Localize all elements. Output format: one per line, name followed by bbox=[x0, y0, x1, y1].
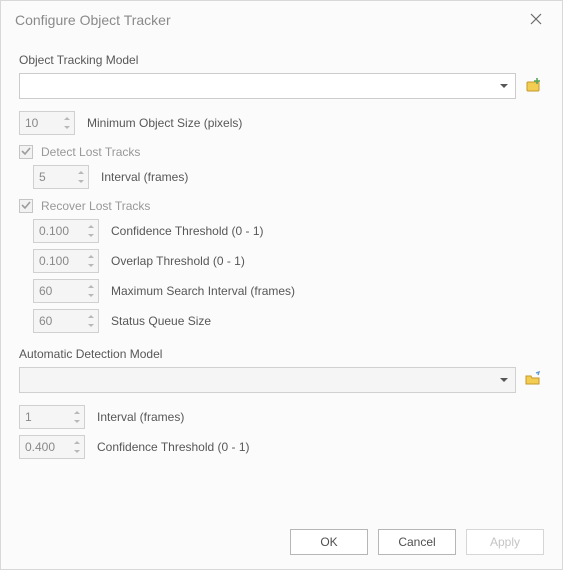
tracking-model-combo[interactable] bbox=[19, 73, 516, 99]
recover-lost-label: Recover Lost Tracks bbox=[41, 199, 150, 213]
detect-interval-spinner[interactable]: 5 bbox=[33, 165, 89, 189]
auto-interval-spinner[interactable]: 1 bbox=[19, 405, 85, 429]
folder-open-icon bbox=[524, 370, 542, 391]
spinner-arrows bbox=[62, 115, 72, 132]
chevron-down-icon[interactable] bbox=[72, 448, 82, 456]
titlebar: Configure Object Tracker bbox=[1, 1, 562, 35]
chevron-down-icon[interactable] bbox=[72, 418, 82, 426]
min-size-row: 10 Minimum Object Size (pixels) bbox=[19, 111, 544, 135]
chevron-down-icon bbox=[497, 371, 511, 389]
chevron-up-icon[interactable] bbox=[62, 115, 72, 123]
chevron-up-icon[interactable] bbox=[86, 283, 96, 291]
spinner-arrows bbox=[86, 253, 96, 270]
detect-interval-row: 5 Interval (frames) bbox=[19, 165, 544, 189]
conf-thresh-row: 0.100 Confidence Threshold (0 - 1) bbox=[19, 219, 544, 243]
spinner-arrows bbox=[86, 223, 96, 240]
configure-object-tracker-dialog: Configure Object Tracker Object Tracking… bbox=[0, 0, 563, 570]
min-size-spinner[interactable]: 10 bbox=[19, 111, 75, 135]
chevron-down-icon[interactable] bbox=[62, 124, 72, 132]
min-size-label: Minimum Object Size (pixels) bbox=[87, 116, 242, 130]
detect-lost-row: Detect Lost Tracks bbox=[19, 145, 544, 159]
ok-button[interactable]: OK bbox=[290, 529, 368, 555]
close-button[interactable] bbox=[518, 7, 554, 33]
add-model-button[interactable] bbox=[522, 75, 544, 97]
overlap-thresh-label: Overlap Threshold (0 - 1) bbox=[111, 254, 245, 268]
add-model-icon bbox=[524, 76, 542, 97]
queue-size-spinner[interactable]: 60 bbox=[33, 309, 99, 333]
chevron-up-icon[interactable] bbox=[86, 253, 96, 261]
chevron-down-icon bbox=[497, 77, 511, 95]
spinner-arrows bbox=[86, 283, 96, 300]
chevron-down-icon[interactable] bbox=[86, 262, 96, 270]
tracking-model-row bbox=[19, 73, 544, 99]
chevron-down-icon[interactable] bbox=[76, 178, 86, 186]
auto-conf-row: 0.400 Confidence Threshold (0 - 1) bbox=[19, 435, 544, 459]
chevron-up-icon[interactable] bbox=[72, 409, 82, 417]
detect-interval-value: 5 bbox=[39, 170, 46, 184]
overlap-thresh-spinner[interactable]: 0.100 bbox=[33, 249, 99, 273]
auto-interval-row: 1 Interval (frames) bbox=[19, 405, 544, 429]
conf-thresh-label: Confidence Threshold (0 - 1) bbox=[111, 224, 264, 238]
min-size-value: 10 bbox=[25, 116, 38, 130]
recover-lost-row: Recover Lost Tracks bbox=[19, 199, 544, 213]
auto-conf-spinner[interactable]: 0.400 bbox=[19, 435, 85, 459]
chevron-up-icon[interactable] bbox=[72, 439, 82, 447]
check-icon bbox=[21, 199, 31, 213]
chevron-up-icon[interactable] bbox=[86, 313, 96, 321]
auto-interval-label: Interval (frames) bbox=[97, 410, 184, 424]
close-icon bbox=[530, 13, 542, 28]
cancel-button[interactable]: Cancel bbox=[378, 529, 456, 555]
detect-lost-checkbox[interactable] bbox=[19, 145, 33, 159]
queue-size-label: Status Queue Size bbox=[111, 314, 211, 328]
chevron-up-icon[interactable] bbox=[76, 169, 86, 177]
chevron-up-icon[interactable] bbox=[86, 223, 96, 231]
recover-lost-checkbox[interactable] bbox=[19, 199, 33, 213]
max-search-label: Maximum Search Interval (frames) bbox=[111, 284, 295, 298]
check-icon bbox=[21, 145, 31, 159]
auto-conf-label: Confidence Threshold (0 - 1) bbox=[97, 440, 250, 454]
auto-model-row bbox=[19, 367, 544, 393]
spinner-arrows bbox=[86, 313, 96, 330]
apply-button: Apply bbox=[466, 529, 544, 555]
detect-interval-label: Interval (frames) bbox=[101, 170, 188, 184]
auto-model-combo[interactable] bbox=[19, 367, 516, 393]
conf-thresh-spinner[interactable]: 0.100 bbox=[33, 219, 99, 243]
auto-interval-value: 1 bbox=[25, 410, 32, 424]
dialog-content: Object Tracking Model 10 bbox=[1, 35, 562, 459]
spinner-arrows bbox=[72, 439, 82, 456]
spinner-arrows bbox=[76, 169, 86, 186]
dialog-title: Configure Object Tracker bbox=[15, 12, 171, 28]
spinner-arrows bbox=[72, 409, 82, 426]
tracking-model-label: Object Tracking Model bbox=[19, 53, 544, 67]
max-search-row: 60 Maximum Search Interval (frames) bbox=[19, 279, 544, 303]
button-bar: OK Cancel Apply bbox=[290, 529, 544, 555]
auto-model-label: Automatic Detection Model bbox=[19, 347, 544, 361]
browse-model-button[interactable] bbox=[522, 369, 544, 391]
overlap-thresh-row: 0.100 Overlap Threshold (0 - 1) bbox=[19, 249, 544, 273]
chevron-down-icon[interactable] bbox=[86, 232, 96, 240]
overlap-thresh-value: 0.100 bbox=[39, 254, 69, 268]
conf-thresh-value: 0.100 bbox=[39, 224, 69, 238]
chevron-down-icon[interactable] bbox=[86, 292, 96, 300]
chevron-down-icon[interactable] bbox=[86, 322, 96, 330]
max-search-spinner[interactable]: 60 bbox=[33, 279, 99, 303]
auto-conf-value: 0.400 bbox=[25, 440, 55, 454]
max-search-value: 60 bbox=[39, 284, 52, 298]
detect-lost-label: Detect Lost Tracks bbox=[41, 145, 140, 159]
queue-size-value: 60 bbox=[39, 314, 52, 328]
queue-size-row: 60 Status Queue Size bbox=[19, 309, 544, 333]
